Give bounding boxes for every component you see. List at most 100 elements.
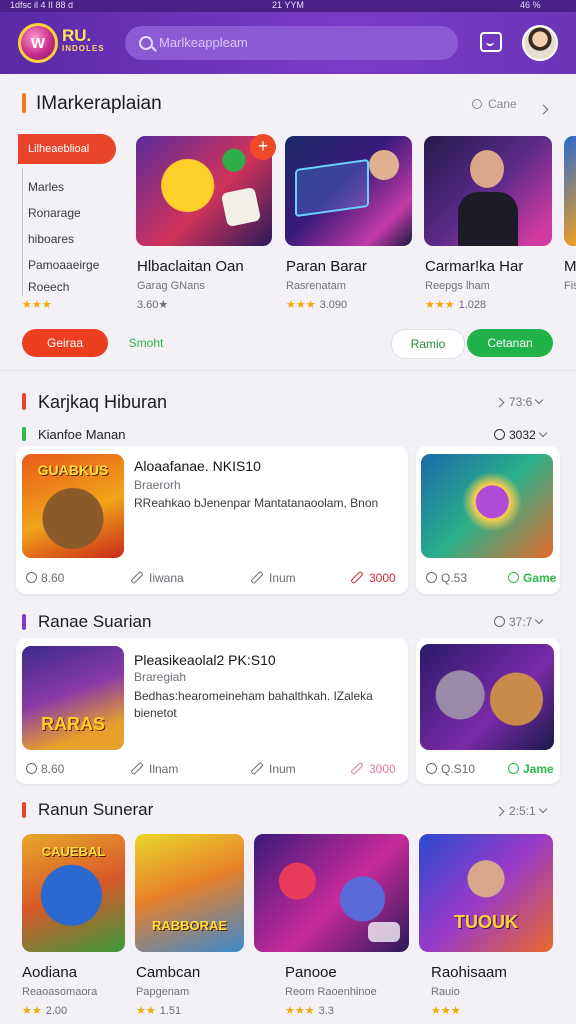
thumbnail-title: CAUEBAL bbox=[41, 844, 106, 859]
game-title[interactable]: Pleasikeaolal2 PK:S10 bbox=[134, 652, 276, 668]
category-item[interactable]: Ronarage bbox=[28, 206, 81, 220]
game-thumbnail[interactable] bbox=[420, 644, 554, 750]
filter-pill[interactable]: Smoht bbox=[114, 329, 178, 357]
search-input[interactable]: Marlkeappleam bbox=[125, 26, 458, 60]
game-title[interactable]: M bbox=[564, 258, 576, 275]
category-item[interactable]: Roeech bbox=[28, 280, 69, 294]
game-thumbnail[interactable]: CAUEBAL bbox=[22, 834, 125, 952]
edit-button[interactable]: Iiwana bbox=[130, 570, 184, 585]
game-list-card[interactable]: GUABKUS Aloaafanae. NKIS10 Braerorh RRea… bbox=[16, 446, 408, 594]
category-header[interactable]: Lilheaeblioal bbox=[18, 134, 116, 164]
rating-stars: ★★★ bbox=[286, 299, 316, 311]
category-panel: Lilheaeblioal Marles Ronarage hiboares P… bbox=[18, 134, 118, 298]
section-title-marketplace: IMarkeraplaian bbox=[36, 93, 162, 114]
price-tag[interactable]: 3000 bbox=[350, 570, 396, 585]
game-list-card[interactable]: RARAS Pleasikeaolal2 PK:S10 Braregiah Be… bbox=[16, 638, 408, 784]
counter-value: 73:6 bbox=[509, 395, 533, 409]
play-button[interactable]: Game bbox=[508, 571, 556, 585]
screen-icon bbox=[295, 158, 369, 218]
edit-label: Ilnam bbox=[149, 762, 179, 776]
game-thumbnail[interactable] bbox=[421, 454, 553, 558]
link-button[interactable]: Inum bbox=[250, 761, 296, 776]
game-rating: ★★★ bbox=[431, 1004, 461, 1017]
game-title[interactable]: Cambcan bbox=[136, 964, 200, 981]
shopping-bag-icon[interactable] bbox=[480, 32, 502, 52]
game-subtitle: Braerorh bbox=[134, 478, 181, 492]
thumbnail-title: RARAS bbox=[40, 714, 105, 734]
dice-icon bbox=[220, 186, 262, 228]
game-thumbnail[interactable]: GUABKUS bbox=[22, 454, 124, 558]
game-description: RReahkao bJenenpar Mantatanaoolam, Bnon bbox=[134, 496, 379, 510]
game-title[interactable]: Hlbaclaitan Oan bbox=[137, 258, 244, 275]
game-thumbnail[interactable] bbox=[285, 136, 412, 246]
game-title[interactable]: Carmar!ka Har bbox=[425, 258, 523, 275]
game-rating: ★★★ 1.028 bbox=[425, 298, 486, 311]
category-item[interactable]: hiboares bbox=[28, 232, 74, 246]
chevron-right-icon[interactable] bbox=[538, 100, 549, 118]
filter-pill[interactable]: Ramio bbox=[391, 329, 465, 359]
tag-icon bbox=[350, 570, 364, 585]
rating-value: 1.51 bbox=[159, 1005, 182, 1017]
views-value: Q.53 bbox=[441, 571, 468, 585]
app-header: W RU. INDOLES Marlkeappleam bbox=[0, 12, 576, 74]
link-button[interactable]: Inum bbox=[250, 570, 296, 585]
filter-pill[interactable]: Cetanan bbox=[467, 329, 553, 357]
section-counter[interactable]: 37:7 bbox=[494, 615, 544, 629]
avatar[interactable] bbox=[522, 25, 558, 61]
game-thumbnail[interactable] bbox=[254, 834, 409, 952]
link-label: Inum bbox=[269, 571, 296, 585]
section-title-popular: Ranun Sunerar bbox=[38, 800, 154, 819]
game-title[interactable]: Paran Barar bbox=[286, 258, 367, 275]
player-body bbox=[458, 192, 518, 246]
section-counter[interactable]: 2:5:1 bbox=[494, 804, 547, 818]
rating-stars: ★★ bbox=[136, 1005, 156, 1017]
play-label: Game bbox=[523, 571, 557, 585]
game-title[interactable]: Raohisaam bbox=[431, 964, 507, 981]
rating-value: 3.60★ bbox=[137, 299, 169, 311]
divider bbox=[22, 168, 23, 296]
game-rating: ★★ 2.00 bbox=[22, 1004, 67, 1017]
game-thumbnail[interactable] bbox=[424, 136, 552, 246]
rating-value: 2.00 bbox=[45, 1005, 68, 1017]
search-icon bbox=[472, 99, 482, 109]
status-time: 21 YYM bbox=[272, 0, 304, 10]
game-thumbnail[interactable]: RABBORAE bbox=[135, 834, 244, 952]
search-icon bbox=[139, 36, 153, 50]
add-icon[interactable]: + bbox=[250, 134, 276, 160]
game-thumbnail[interactable]: RARAS bbox=[22, 646, 124, 750]
link-label: Inum bbox=[269, 762, 296, 776]
game-subtitle: Rauio bbox=[431, 986, 460, 998]
game-side-card[interactable]: Q.53 Game bbox=[416, 446, 560, 594]
brand-subtitle: INDOLES bbox=[62, 44, 105, 53]
game-title[interactable]: Aloaafanae. NKIS10 bbox=[134, 458, 261, 474]
section-marker-icon bbox=[22, 393, 26, 410]
game-rating: ★★ 1.51 bbox=[136, 1004, 181, 1017]
views-value: 8.60 bbox=[41, 762, 65, 776]
game-title[interactable]: Aodiana bbox=[22, 964, 77, 981]
game-title[interactable]: Panooe bbox=[285, 964, 337, 981]
game-subtitle: Papgenam bbox=[136, 986, 190, 998]
price-tag[interactable]: 3000 bbox=[350, 761, 396, 776]
filter-pill[interactable]: Geiraa bbox=[22, 329, 108, 357]
game-subtitle: Reepgs lham bbox=[425, 280, 490, 292]
game-rating: 3.60★ bbox=[137, 298, 168, 311]
play-overlay-icon[interactable] bbox=[368, 922, 400, 942]
play-button[interactable]: Jame bbox=[508, 762, 554, 776]
subsection-marker-icon bbox=[22, 427, 26, 441]
app-logo[interactable]: W bbox=[18, 23, 58, 63]
edit-label: Iiwana bbox=[149, 571, 184, 585]
edit-button[interactable]: Ilnam bbox=[130, 761, 179, 776]
game-subtitle: Reaoasomaora bbox=[22, 986, 98, 998]
game-side-card[interactable]: Q.S10 Jame bbox=[416, 638, 560, 784]
game-description: Bedhas:hearomeineham bahalthkah. IZaleka… bbox=[134, 689, 373, 720]
section-counter[interactable]: 73:6 bbox=[494, 395, 544, 409]
views-value: Q.S10 bbox=[441, 762, 476, 776]
views-count: Q.S10 bbox=[426, 762, 475, 776]
subsection-counter[interactable]: 3032 bbox=[494, 428, 547, 442]
game-thumbnail[interactable]: TUOUK bbox=[419, 834, 553, 952]
game-subtitle: Garag GNans bbox=[137, 280, 205, 292]
section-search-button[interactable]: Cane bbox=[462, 90, 528, 118]
game-thumbnail[interactable] bbox=[564, 136, 576, 246]
category-item[interactable]: Marles bbox=[28, 180, 64, 194]
category-item[interactable]: Pamoaaeirge bbox=[28, 258, 99, 272]
